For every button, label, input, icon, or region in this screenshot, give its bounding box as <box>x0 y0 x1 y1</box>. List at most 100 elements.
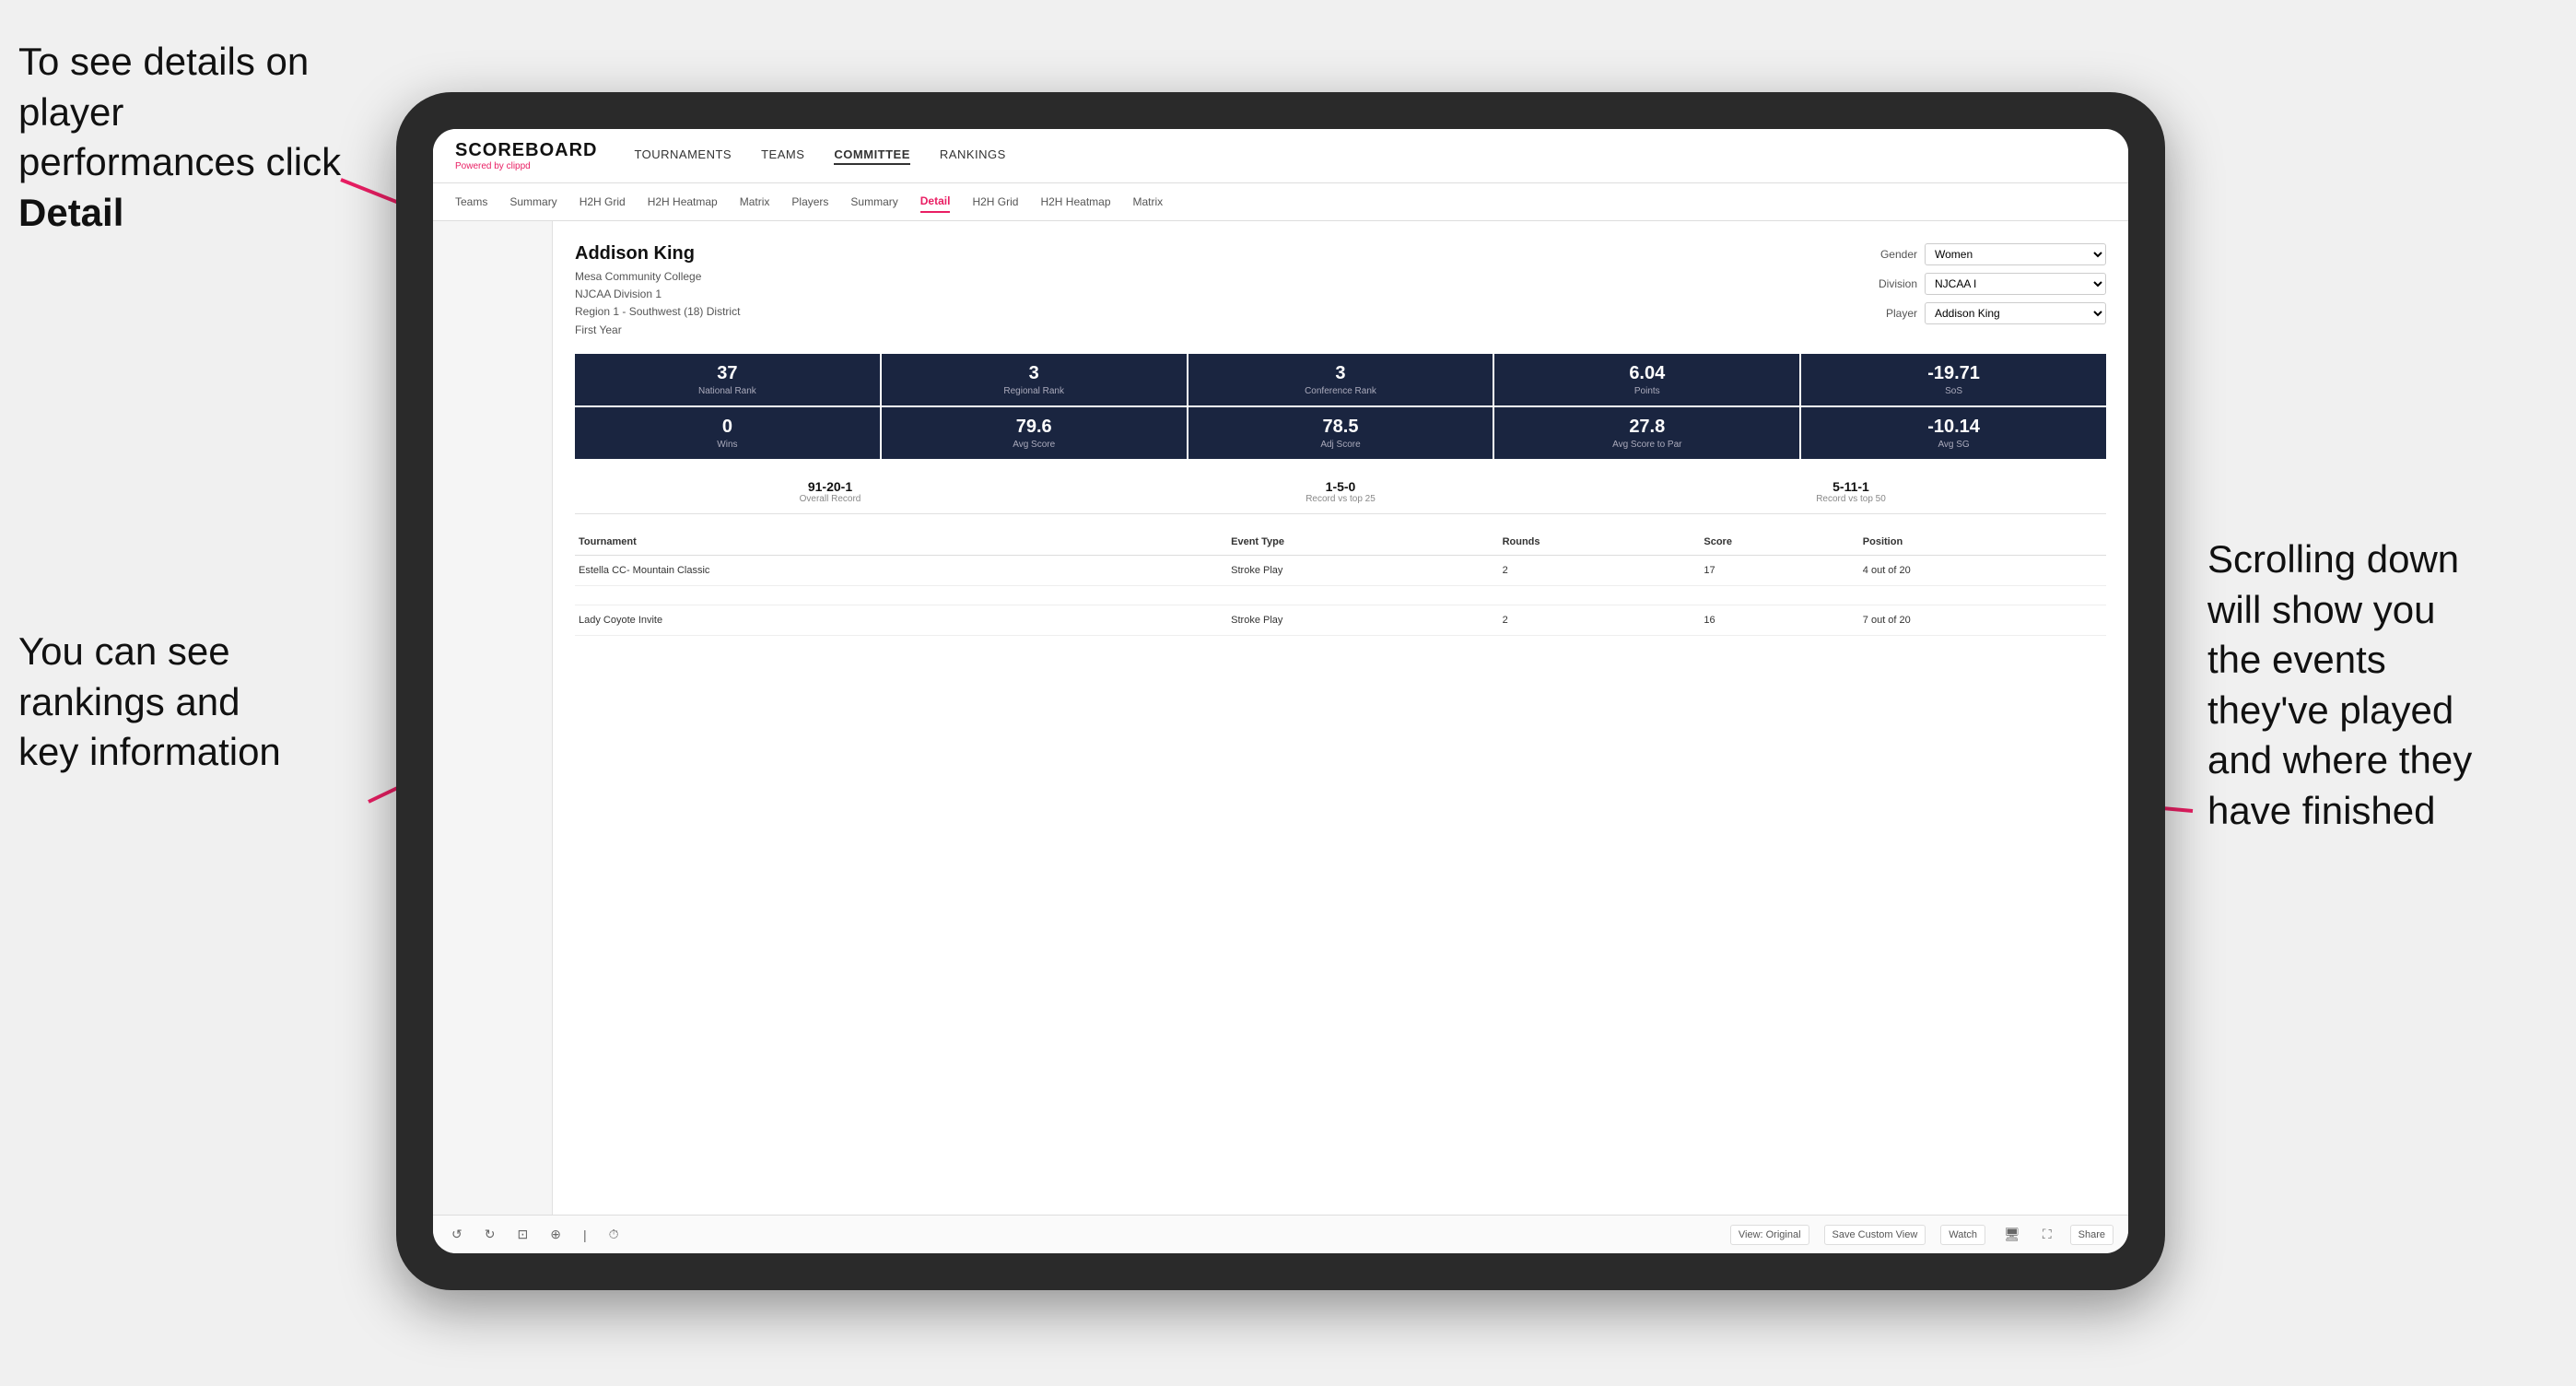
top-nav: SCOREBOARD Powered by clippd TOURNAMENTS… <box>433 129 2128 183</box>
filter-gender-label: Gender <box>1867 248 1917 261</box>
cell-rounds <box>1499 585 1701 605</box>
sub-nav-matrix2[interactable]: Matrix <box>1133 192 1164 212</box>
table-row <box>575 585 2106 605</box>
record-label: Record vs top 25 <box>1085 494 1596 504</box>
stat-label: Avg Score to Par <box>1502 440 1792 450</box>
cell-event-type <box>1227 585 1498 605</box>
sub-nav-teams[interactable]: Teams <box>455 192 487 212</box>
filter-division-select[interactable]: NJCAA I <box>1925 273 2106 295</box>
record-item: 91-20-1Overall Record <box>575 479 1085 504</box>
stats-row1: 37National Rank3Regional Rank3Conference… <box>575 354 2106 405</box>
filter-division-row: Division NJCAA I <box>1867 273 2106 295</box>
cell-event-type: Stroke Play <box>1227 555 1498 585</box>
sub-nav-matrix[interactable]: Matrix <box>740 192 770 212</box>
redo-button[interactable]: ↻ <box>481 1223 499 1246</box>
undo-button[interactable]: ↺ <box>448 1223 466 1246</box>
table-row: Estella CC- Mountain Classic Stroke Play… <box>575 555 2106 585</box>
stat-value: -10.14 <box>1809 417 2099 438</box>
nav-rankings[interactable]: RANKINGS <box>940 147 1006 165</box>
stat-cell: 3 Regional Rank <box>882 354 1187 405</box>
stat-label: Regional Rank <box>889 386 1179 396</box>
cell-score <box>1700 585 1858 605</box>
player-division: NJCAA Division 1 <box>575 286 740 303</box>
annotation-top-left-text: To see details on player performances cl… <box>18 40 341 183</box>
logo-powered: Powered by clippd <box>455 161 597 171</box>
sub-nav-h2h-grid2[interactable]: H2H Grid <box>972 192 1018 212</box>
annotation-r-6: have finished <box>2207 789 2436 832</box>
table-row: Lady Coyote Invite Stroke Play 2 16 7 ou… <box>575 605 2106 635</box>
watch-button[interactable]: Watch <box>1940 1225 1985 1245</box>
tablet-frame: SCOREBOARD Powered by clippd TOURNAMENTS… <box>396 92 2165 1290</box>
sub-nav-summary[interactable]: Summary <box>509 192 556 212</box>
record-label: Overall Record <box>575 494 1085 504</box>
annotation-r-4: they've played <box>2207 688 2453 732</box>
col-empty <box>1194 529 1227 556</box>
main-content: Addison King Mesa Community College NJCA… <box>553 221 2128 1215</box>
col-tournament: Tournament <box>575 529 1194 556</box>
cell-position: 4 out of 20 <box>1859 555 2106 585</box>
stat-cell: -19.71SoS <box>1801 354 2106 405</box>
stat-cell: -10.14 Avg SG <box>1801 407 2106 459</box>
save-custom-button[interactable]: Save Custom View <box>1824 1225 1926 1245</box>
filter-player-row: Player Addison King <box>1867 302 2106 324</box>
stat-cell: 0Wins <box>575 407 880 459</box>
stat-cell: 27.8Avg Score to Par <box>1494 407 1799 459</box>
nav-tournaments[interactable]: TOURNAMENTS <box>634 147 732 165</box>
filter-gender-select[interactable]: Women <box>1925 243 2106 265</box>
sub-nav-detail[interactable]: Detail <box>920 191 951 213</box>
cell-score: 16 <box>1700 605 1858 635</box>
sub-nav: Teams Summary H2H Grid H2H Heatmap Matri… <box>433 183 2128 221</box>
separator: | <box>580 1224 591 1246</box>
stat-label: National Rank <box>582 386 872 396</box>
clock-button[interactable]: ⏱ <box>605 1223 623 1246</box>
top-nav-links: TOURNAMENTS TEAMS COMMITTEE RANKINGS <box>634 147 1005 165</box>
stat-cell: 79.6 Avg Score <box>882 407 1187 459</box>
filter-gender-row: Gender Women <box>1867 243 2106 265</box>
nav-committee[interactable]: COMMITTEE <box>834 147 910 165</box>
monitor-icon[interactable]: 🖥 <box>2000 1223 2024 1246</box>
stat-value: 0 <box>582 417 872 438</box>
stats-row2: 0Wins79.6Avg Score78.5Adj Score27.8Avg S… <box>575 407 2106 459</box>
filter-player-label: Player <box>1867 307 1917 320</box>
player-college: Mesa Community College <box>575 268 740 286</box>
annotation-r-5: and where they <box>2207 738 2472 781</box>
record-value: 5-11-1 <box>1596 479 2106 494</box>
col-score: Score <box>1700 529 1858 556</box>
cell-rounds: 2 <box>1499 555 1701 585</box>
stat-label: Avg Score <box>889 440 1179 450</box>
sub-nav-h2h-grid[interactable]: H2H Grid <box>580 192 626 212</box>
view-original-button[interactable]: View: Original <box>1730 1225 1809 1245</box>
filter-player-select[interactable]: Addison King <box>1925 302 2106 324</box>
cell-score: 17 <box>1700 555 1858 585</box>
stat-value: 3 <box>1196 363 1486 384</box>
annotation-top-left: To see details on player performances cl… <box>18 37 369 238</box>
tablet-screen: SCOREBOARD Powered by clippd TOURNAMENTS… <box>433 129 2128 1253</box>
logo-area: SCOREBOARD Powered by clippd <box>455 140 597 171</box>
stat-value: 3 <box>889 363 1179 384</box>
sub-nav-h2h-heatmap[interactable]: H2H Heatmap <box>648 192 718 212</box>
expand-icon[interactable]: ⛶ <box>2039 1223 2055 1246</box>
annotation-bl-3: key information <box>18 730 281 773</box>
player-region: Region 1 - Southwest (18) District <box>575 303 740 321</box>
annotation-right: Scrolling down will show you the events … <box>2207 534 2558 837</box>
zoom-in-button[interactable]: ⊕ <box>546 1223 565 1246</box>
cell-tournament <box>575 585 1194 605</box>
stat-value: 79.6 <box>889 417 1179 438</box>
cell-tournament: Estella CC- Mountain Classic <box>575 555 1194 585</box>
sub-nav-summary2[interactable]: Summary <box>850 192 897 212</box>
sub-nav-players[interactable]: Players <box>791 192 828 212</box>
stat-cell: 3Conference Rank <box>1188 354 1493 405</box>
cell-event-type: Stroke Play <box>1227 605 1498 635</box>
player-info: Addison King Mesa Community College NJCA… <box>575 243 740 339</box>
record-value: 91-20-1 <box>575 479 1085 494</box>
annotation-bl-1: You can see <box>18 629 230 673</box>
logo-scoreboard: SCOREBOARD <box>455 140 597 161</box>
nav-teams[interactable]: TEAMS <box>761 147 804 165</box>
stat-label: Avg SG <box>1809 440 2099 450</box>
sub-nav-h2h-heatmap2[interactable]: H2H Heatmap <box>1040 192 1110 212</box>
annotation-r-3: the events <box>2207 638 2386 681</box>
record-item: 1-5-0Record vs top 25 <box>1085 479 1596 504</box>
zoom-fit-button[interactable]: ⊡ <box>513 1223 532 1246</box>
share-button[interactable]: Share <box>2070 1225 2113 1245</box>
table-header-row: Tournament Event Type Rounds Score Posit… <box>575 529 2106 556</box>
